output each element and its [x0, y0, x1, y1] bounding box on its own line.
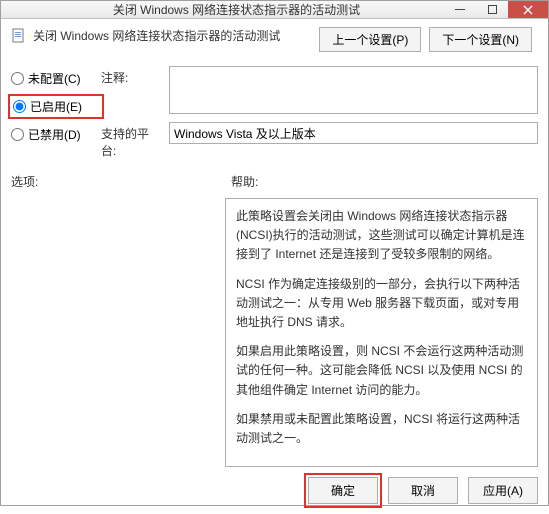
help-text-area[interactable]: 此策略设置会关闭由 Windows 网络连接状态指示器(NCSI)执行的活动测试…: [225, 198, 538, 467]
radio-not-configured-input[interactable]: [11, 72, 24, 85]
window-title: 关闭 Windows 网络连接状态指示器的活动测试: [29, 1, 444, 18]
help-paragraph: 如果启用此策略设置，则 NCSI 不会运行这两种活动测试的任何一种。这可能会降低…: [236, 342, 527, 400]
comment-input[interactable]: [169, 66, 538, 114]
platform-label: 支持的平台:: [101, 122, 163, 159]
ok-button[interactable]: 确定: [308, 477, 378, 504]
radio-disabled[interactable]: 已禁用(D): [11, 126, 101, 143]
next-setting-button[interactable]: 下一个设置(N): [429, 27, 532, 52]
help-paragraph: NCSI 作为确定连接级别的一部分，会执行以下两种活动测试之一：从专用 Web …: [236, 275, 527, 333]
ok-label: 确定: [331, 484, 355, 498]
window-controls: [444, 1, 548, 18]
cancel-label: 取消: [411, 484, 435, 498]
radio-disabled-label: 已禁用(D): [28, 126, 81, 143]
config-area: 未配置(C) 已启用(E) 已禁用(D) 注释: 支持的平台:: [11, 66, 538, 159]
header-row: 关闭 Windows 网络连接状态指示器的活动测试 上一个设置(P) 下一个设置…: [11, 27, 538, 52]
comment-row: 注释:: [101, 66, 538, 114]
minimize-button[interactable]: [444, 1, 476, 18]
content-area: 关闭 Windows 网络连接状态指示器的活动测试 上一个设置(P) 下一个设置…: [1, 19, 548, 514]
close-icon: [523, 5, 533, 15]
policy-icon: [11, 28, 27, 44]
radio-not-configured[interactable]: 未配置(C): [11, 70, 101, 87]
radio-enabled-input[interactable]: [13, 100, 26, 113]
options-label: 选项:: [11, 173, 231, 190]
platform-row: 支持的平台:: [101, 122, 538, 159]
help-paragraph: 如果禁用或未配置此策略设置，NCSI 将运行这两种活动测试之一。: [236, 410, 527, 448]
nav-buttons: 上一个设置(P) 下一个设置(N): [319, 27, 532, 52]
prev-setting-label: 上一个设置(P): [332, 33, 408, 47]
header-left: 关闭 Windows 网络连接状态指示器的活动测试: [11, 27, 319, 44]
radio-column: 未配置(C) 已启用(E) 已禁用(D): [11, 66, 101, 159]
comment-label: 注释:: [101, 66, 163, 86]
radio-enabled-label: 已启用(E): [30, 98, 82, 115]
radio-not-configured-label: 未配置(C): [28, 70, 81, 87]
platform-value: [169, 122, 538, 144]
minimize-icon: [455, 9, 465, 10]
footer-buttons: 确定 取消 应用(A): [11, 467, 538, 504]
right-column: 注释: 支持的平台:: [101, 66, 538, 159]
mid-labels: 选项: 帮助:: [11, 173, 538, 190]
next-setting-label: 下一个设置(N): [442, 33, 519, 47]
close-button[interactable]: [508, 1, 548, 18]
help-paragraph: 此策略设置会关闭由 Windows 网络连接状态指示器(NCSI)执行的活动测试…: [236, 207, 527, 265]
apply-button[interactable]: 应用(A): [468, 477, 538, 504]
dialog-window: 关闭 Windows 网络连接状态指示器的活动测试 关闭 Windows 网络连…: [0, 0, 549, 506]
maximize-icon: [488, 5, 497, 14]
cancel-button[interactable]: 取消: [388, 477, 458, 504]
help-label: 帮助:: [231, 173, 258, 190]
radio-disabled-input[interactable]: [11, 128, 24, 141]
policy-title: 关闭 Windows 网络连接状态指示器的活动测试: [33, 27, 280, 44]
maximize-button[interactable]: [476, 1, 508, 18]
prev-setting-button[interactable]: 上一个设置(P): [319, 27, 421, 52]
radio-enabled[interactable]: 已启用(E): [11, 97, 101, 116]
titlebar: 关闭 Windows 网络连接状态指示器的活动测试: [1, 1, 548, 19]
apply-label: 应用(A): [483, 484, 523, 498]
